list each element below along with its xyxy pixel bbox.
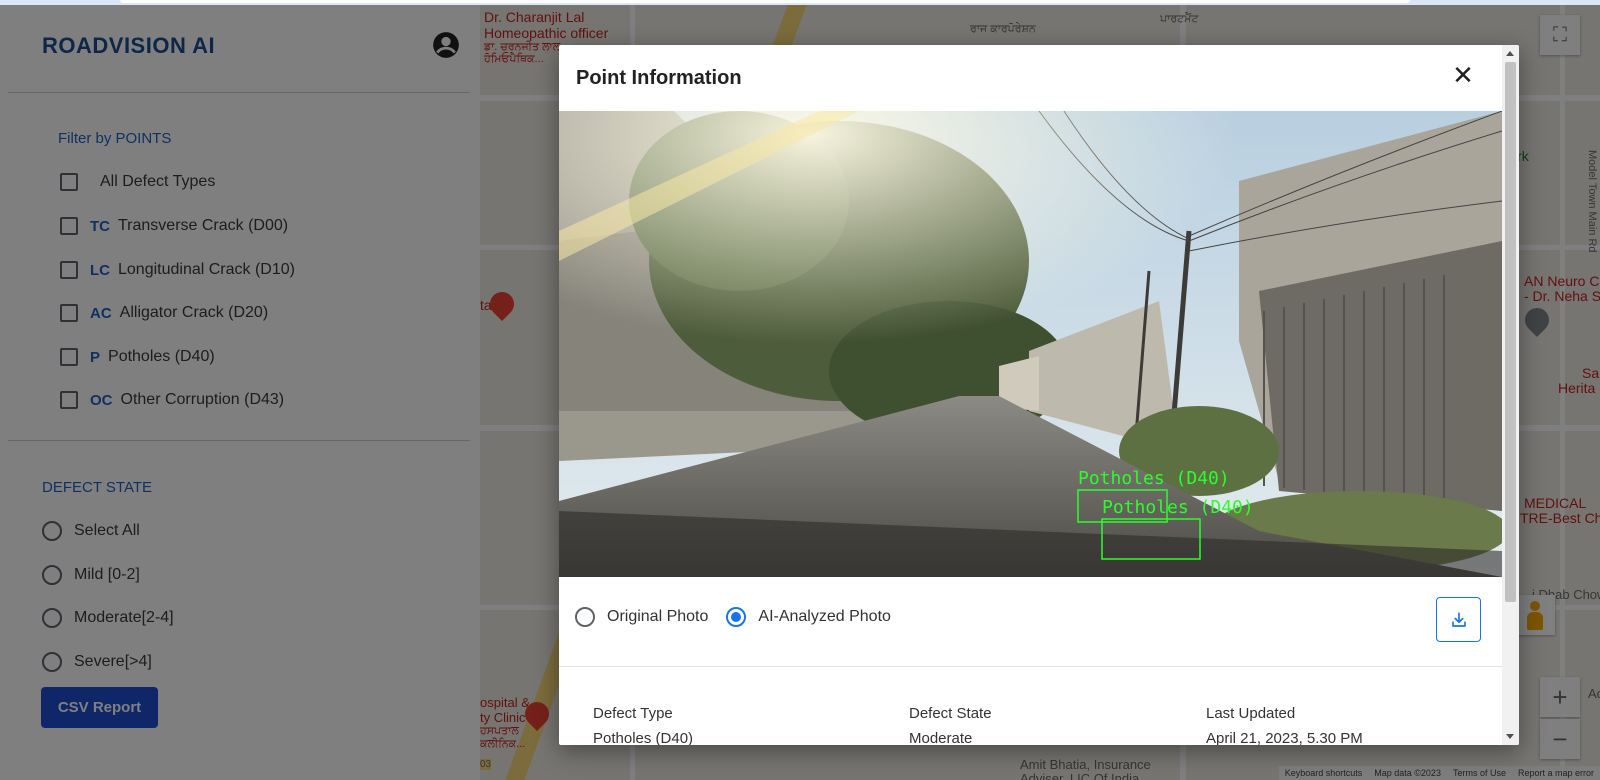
info-value: Potholes (D40) <box>593 730 694 745</box>
scroll-up-icon[interactable] <box>1506 51 1514 56</box>
radio-button[interactable] <box>575 607 595 627</box>
info-heading: Defect State <box>909 705 992 722</box>
ai-photo-option[interactable]: AI-Analyzed Photo <box>726 607 891 627</box>
scroll-thumb[interactable] <box>1505 62 1516 602</box>
download-button[interactable] <box>1436 597 1481 642</box>
info-last-updated: Last Updated April 21, 2023, 5.30 PM <box>1206 705 1363 745</box>
modal-scrollbar[interactable] <box>1502 45 1519 745</box>
photo-toggle: Original Photo AI-Analyzed Photo <box>575 607 909 627</box>
info-value: Moderate <box>909 730 973 745</box>
browser-address-bar <box>120 0 1410 3</box>
info-heading: Last Updated <box>1206 705 1296 722</box>
radio-button-selected[interactable] <box>726 607 747 627</box>
point-info-modal: Point Information ✕ Potholes (D40) Potho… <box>559 45 1519 745</box>
detection-label: Potholes (D40) <box>1078 468 1230 489</box>
option-label: AI-Analyzed Photo <box>758 608 891 625</box>
info-heading: Defect Type <box>593 705 673 722</box>
detection-label: Potholes (D40) <box>1102 497 1254 518</box>
download-icon <box>1451 611 1466 627</box>
close-icon[interactable]: ✕ <box>1451 62 1475 88</box>
info-value: April 21, 2023, 5.30 PM <box>1206 730 1363 745</box>
option-label: Original Photo <box>607 608 709 625</box>
browser-top-strip <box>0 0 1600 5</box>
scroll-down-icon[interactable] <box>1506 734 1514 739</box>
info-defect-type: Defect Type Potholes (D40) <box>593 705 693 745</box>
original-photo-option[interactable]: Original Photo <box>575 607 708 627</box>
analyzed-photo: Potholes (D40) Potholes (D40) <box>559 111 1502 577</box>
modal-divider <box>559 666 1502 667</box>
modal-title: Point Information <box>576 67 742 89</box>
info-defect-state: Defect State Moderate <box>909 705 992 745</box>
